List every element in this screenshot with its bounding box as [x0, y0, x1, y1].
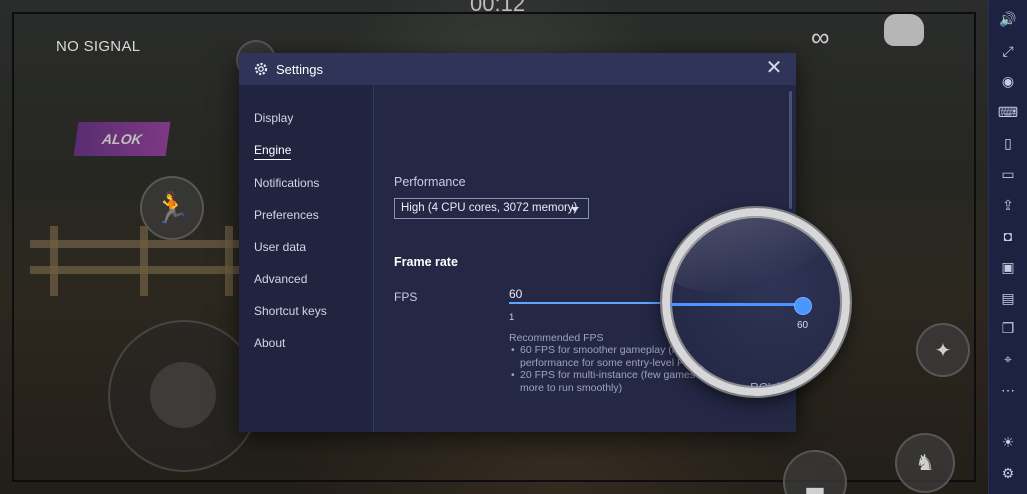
fps-value: 60: [509, 287, 523, 301]
nav-item-display[interactable]: Display: [254, 111, 293, 125]
more-icon[interactable]: ⋯: [997, 379, 1019, 401]
media-folder-icon[interactable]: ▤: [997, 287, 1019, 309]
content-scrollbar[interactable]: [789, 91, 792, 209]
camera-icon[interactable]: ◘: [997, 225, 1019, 247]
install-apk-icon[interactable]: ⇪: [997, 194, 1019, 216]
recommended-fps-title: Recommended FPS: [509, 332, 604, 344]
performance-dropdown[interactable]: High (4 CPU cores, 3072 memory): [394, 198, 589, 219]
magnified-text: affect: [672, 362, 704, 377]
no-signal-label: NO SIGNAL: [56, 38, 141, 55]
nav-item-advanced[interactable]: Advanced: [254, 272, 307, 286]
sprint-button[interactable]: 🏃: [140, 176, 204, 240]
magnifier-lens: 60 affect PC's): [662, 208, 850, 396]
multi-instance-icon[interactable]: ❐: [997, 317, 1019, 339]
crouch-button[interactable]: ♞: [895, 433, 955, 493]
expand-icon[interactable]: ⤢: [997, 40, 1019, 62]
chevron-down-icon: [571, 207, 579, 212]
punch-icon[interactable]: [884, 14, 924, 46]
prone-button[interactable]: ▂: [783, 450, 847, 494]
volume-icon[interactable]: 🔊: [997, 8, 1019, 30]
fps-slider-handle[interactable]: [794, 297, 812, 315]
nav-item-shortcut-keys[interactable]: Shortcut keys: [254, 304, 327, 318]
movement-joystick[interactable]: [108, 320, 260, 472]
nav-item-notifications[interactable]: Notifications: [254, 176, 319, 190]
dialog-title: Settings: [276, 62, 323, 77]
magnified-slider-track: [670, 303, 802, 306]
fps-slider-max: 60: [797, 320, 809, 331]
nav-item-user-data[interactable]: User data: [254, 240, 306, 254]
close-button[interactable]: ✕: [764, 58, 784, 78]
record-icon[interactable]: ▣: [997, 256, 1019, 278]
keyboard-icon[interactable]: ⌨: [997, 101, 1019, 123]
fps-slider-min: 1: [509, 312, 515, 323]
eye-icon[interactable]: ◉: [997, 70, 1019, 92]
game-banner: ALOK: [73, 122, 171, 156]
aim-button[interactable]: ✦: [916, 323, 970, 377]
settings-icon[interactable]: ⚙: [997, 462, 1019, 484]
gamepad-icon[interactable]: ▭: [997, 163, 1019, 185]
performance-value: High (4 CPU cores, 3072 memory): [401, 202, 578, 214]
nav-item-engine[interactable]: Engine: [254, 143, 292, 160]
right-toolbar: 🔊 ⤢ ◉ ⌨ ▯ ▭ ⇪ ◘ ▣ ▤ ❐ ⌖ ⋯ ☀ ⚙: [988, 0, 1027, 494]
nav-item-preferences[interactable]: Preferences: [254, 208, 319, 222]
frame-rate-heading: Frame rate: [394, 255, 458, 269]
performance-label: Performance: [394, 175, 466, 189]
fps-label: FPS: [394, 290, 418, 304]
phone-icon[interactable]: ▯: [997, 132, 1019, 154]
fence-decoration: [20, 226, 250, 296]
gear-icon: [254, 62, 268, 76]
match-timer: 00:12: [470, 0, 526, 16]
nav-item-about[interactable]: About: [254, 336, 285, 350]
settings-nav: Display Engine Notifications Preferences…: [239, 85, 374, 432]
joystick-knob[interactable]: [150, 362, 216, 428]
location-icon[interactable]: ⌖: [997, 348, 1019, 370]
infinity-icon: ∞: [811, 22, 830, 52]
brightness-icon[interactable]: ☀: [997, 431, 1019, 453]
dialog-titlebar: Settings ✕: [239, 53, 796, 85]
